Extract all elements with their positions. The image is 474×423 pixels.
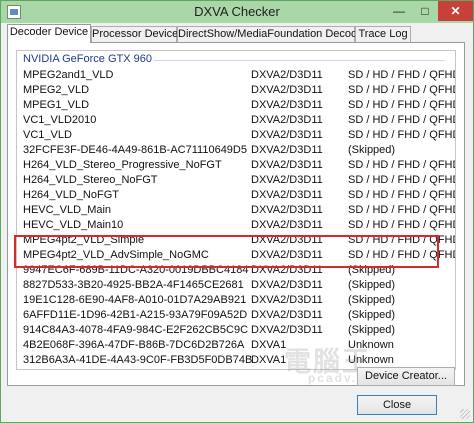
decoder-name: HEVC_VLD_Main10 xyxy=(23,219,124,231)
decoder-row[interactable]: MPEG1_VLD DXVA2/D3D11 SD / HD / FHD / QFHD xyxy=(17,98,455,113)
decoder-api: DXVA2/D3D11 xyxy=(251,309,323,321)
decoder-name: 8827D533-3B20-4925-BB2A-4F1465CE2681 xyxy=(23,279,244,291)
decoder-row[interactable]: H264_VLD_NoFGT DXVA2/D3D11 SD / HD / FHD /… xyxy=(17,188,455,203)
decoder-name: 9947EC6F-689B-11DC-A320-0019DBBC4184 xyxy=(23,264,249,276)
decoder-api: DXVA1 xyxy=(251,354,287,366)
decoder-name: HEVC_VLD_Main xyxy=(23,204,112,216)
gpu-group-label: NVIDIA GeForce GTX 960 xyxy=(23,53,152,65)
decoder-name: 32FCFE3F-DE46-4A49-861B-AC71110649D5 xyxy=(23,144,247,156)
decoder-resolution: Unknown xyxy=(348,339,394,351)
decoder-row[interactable]: VC1_VLD DXVA2/D3D11 SD / HD / FHD / QFHD xyxy=(17,128,455,143)
decoder-resolution: SD / HD / FHD / QFHD xyxy=(348,84,456,96)
decoder-name: MPEG4pt2_VLD_Simple xyxy=(23,234,145,246)
device-creator-button[interactable]: Device Creator... xyxy=(357,367,455,386)
decoder-name: 4B2E068F-396A-47DF-B86B-7DC6D2B726A xyxy=(23,339,245,351)
decoder-row[interactable]: H264_VLD_Stereo_Progressive_NoFGT DXVA2/D… xyxy=(17,158,455,173)
decoder-resolution: (Skipped) xyxy=(348,144,396,156)
decoder-device-panel: NVIDIA GeForce GTX 960 MPEG2and1_VLD DXVA… xyxy=(7,42,465,386)
maximize-button[interactable]: □ xyxy=(412,1,438,21)
decoder-row[interactable]: MPEG4pt2_VLD_Simple DXVA2/D3D11 SD / HD / … xyxy=(17,233,455,248)
decoder-resolution: SD / HD / FHD / QFHD xyxy=(348,219,456,231)
title-bar[interactable]: DXVA Checker — □ ✕ xyxy=(1,1,473,23)
tab-decoder-device[interactable]: Decoder Device xyxy=(7,24,91,43)
decoder-row[interactable]: 312B6A3A-41DE-4A43-9C0F-FB3D5F0DB74B DXVA… xyxy=(17,353,455,368)
decoder-row[interactable]: VC1_VLD2010 DXVA2/D3D11 SD / HD / FHD / QF… xyxy=(17,113,455,128)
decoder-row[interactable]: H264_VLD_Stereo_NoFGT DXVA2/D3D11 SD / HD … xyxy=(17,173,455,188)
decoder-api: DXVA2/D3D11 xyxy=(251,264,323,276)
tab-processor-device[interactable]: Processor Device xyxy=(91,26,178,42)
decoder-name: H264_VLD_NoFGT xyxy=(23,189,119,201)
group-divider xyxy=(154,60,445,61)
decoder-resolution: (Skipped) xyxy=(348,264,396,276)
decoder-list[interactable]: NVIDIA GeForce GTX 960 MPEG2and1_VLD DXVA… xyxy=(16,50,456,370)
decoder-api: DXVA2/D3D11 xyxy=(251,129,323,141)
decoder-api: DXVA2/D3D11 xyxy=(251,99,323,111)
decoder-resolution: SD / HD / FHD / QFHD xyxy=(348,114,456,126)
decoder-resolution: Unknown xyxy=(348,354,394,366)
decoder-resolution: SD / HD / FHD / QFHD xyxy=(348,69,456,81)
tab-trace-log[interactable]: Trace Log xyxy=(355,26,411,42)
decoder-api: DXVA2/D3D11 xyxy=(251,189,323,201)
decoder-api: DXVA2/D3D11 xyxy=(251,204,323,216)
decoder-name: VC1_VLD2010 xyxy=(23,114,97,126)
decoder-resolution: (Skipped) xyxy=(348,294,396,306)
decoder-name: H264_VLD_Stereo_NoFGT xyxy=(23,174,158,186)
minimize-button[interactable]: — xyxy=(386,1,412,21)
decoder-name: MPEG2and1_VLD xyxy=(23,69,114,81)
decoder-resolution: SD / HD / FHD / QFHD xyxy=(348,129,456,141)
decoder-api: DXVA2/D3D11 xyxy=(251,84,323,96)
decoder-name: MPEG2_VLD xyxy=(23,84,90,96)
close-button[interactable]: Close xyxy=(357,395,437,415)
decoder-api: DXVA2/D3D11 xyxy=(251,144,323,156)
decoder-resolution: SD / HD / FHD / QFHD xyxy=(348,99,456,111)
decoder-api: DXVA2/D3D11 xyxy=(251,114,323,126)
decoder-resolution: (Skipped) xyxy=(348,324,396,336)
decoder-name: H264_VLD_Stereo_Progressive_NoFGT xyxy=(23,159,222,171)
decoder-row[interactable]: HEVC_VLD_Main10 DXVA2/D3D11 SD / HD / FHD … xyxy=(17,218,455,233)
resize-grip[interactable] xyxy=(460,409,470,419)
decoder-row[interactable]: 19E1C128-6E90-4AF8-A010-01D7A29AB921 DXVA… xyxy=(17,293,455,308)
decoder-row[interactable]: 4B2E068F-396A-47DF-B86B-7DC6D2B726A DXVA1… xyxy=(17,338,455,353)
decoder-resolution: SD / HD / FHD / QFHD xyxy=(348,174,456,186)
decoder-row[interactable]: MPEG4pt2_VLD_AdvSimple_NoGMC DXVA2/D3D11 S… xyxy=(17,248,455,263)
decoder-resolution: SD / HD / FHD / QFHD xyxy=(348,204,456,216)
decoder-resolution: (Skipped) xyxy=(348,309,396,321)
decoder-api: DXVA2/D3D11 xyxy=(251,219,323,231)
decoder-name: 312B6A3A-41DE-4A43-9C0F-FB3D5F0DB74B xyxy=(23,354,253,366)
decoder-api: DXVA2/D3D11 xyxy=(251,159,323,171)
decoder-row[interactable]: 914C84A3-4078-4FA9-984C-E2F262CB5C9C DXVA… xyxy=(17,323,455,338)
decoder-resolution: (Skipped) xyxy=(348,279,396,291)
decoder-api: DXVA2/D3D11 xyxy=(251,249,323,261)
decoder-resolution: SD / HD / FHD / QFHD xyxy=(348,249,456,261)
decoder-row[interactable]: 32FCFE3F-DE46-4A49-861B-AC71110649D5 DXVA… xyxy=(17,143,455,158)
decoder-api: DXVA2/D3D11 xyxy=(251,234,323,246)
decoder-row[interactable]: MPEG2and1_VLD DXVA2/D3D11 SD / HD / FHD / … xyxy=(17,68,455,83)
decoder-api: DXVA2/D3D11 xyxy=(251,279,323,291)
decoder-api: DXVA2/D3D11 xyxy=(251,174,323,186)
decoder-api: DXVA2/D3D11 xyxy=(251,324,323,336)
decoder-name: 6AFFD11E-1D96-42B1-A215-93A79F09A52D xyxy=(23,309,248,321)
decoder-name: VC1_VLD xyxy=(23,129,72,141)
decoder-name: MPEG4pt2_VLD_AdvSimple_NoGMC xyxy=(23,249,209,261)
decoder-row[interactable]: HEVC_VLD_Main DXVA2/D3D11 SD / HD / FHD / … xyxy=(17,203,455,218)
decoder-row[interactable]: 6AFFD11E-1D96-42B1-A215-93A79F09A52D DXVA… xyxy=(17,308,455,323)
decoder-name: 914C84A3-4078-4FA9-984C-E2F262CB5C9C xyxy=(23,324,249,336)
decoder-resolution: SD / HD / FHD / QFHD xyxy=(348,189,456,201)
decoder-api: DXVA2/D3D11 xyxy=(251,294,323,306)
decoder-api: DXVA1 xyxy=(251,339,287,351)
dxva-checker-window: DXVA Checker — □ ✕ Decoder Device Proces… xyxy=(0,0,474,423)
decoder-api: DXVA2/D3D11 xyxy=(251,69,323,81)
close-window-button[interactable]: ✕ xyxy=(438,1,473,21)
decoder-row[interactable]: 9947EC6F-689B-11DC-A320-0019DBBC4184 DXVA… xyxy=(17,263,455,278)
decoder-resolution: SD / HD / FHD / QFHD xyxy=(348,159,456,171)
decoder-row[interactable]: MPEG2_VLD DXVA2/D3D11 SD / HD / FHD / QFHD xyxy=(17,83,455,98)
gpu-group-header: NVIDIA GeForce GTX 960 xyxy=(17,51,455,68)
decoder-resolution: SD / HD / FHD / QFHD xyxy=(348,234,456,246)
tab-directshow-mediafoundation-decoder[interactable]: DirectShow/MediaFoundation Decoder xyxy=(177,26,367,42)
decoder-row[interactable]: 8827D533-3B20-4925-BB2A-4F1465CE2681 DXVA… xyxy=(17,278,455,293)
decoder-name: 19E1C128-6E90-4AF8-A010-01D7A29AB921 xyxy=(23,294,247,306)
decoder-name: MPEG1_VLD xyxy=(23,99,90,111)
